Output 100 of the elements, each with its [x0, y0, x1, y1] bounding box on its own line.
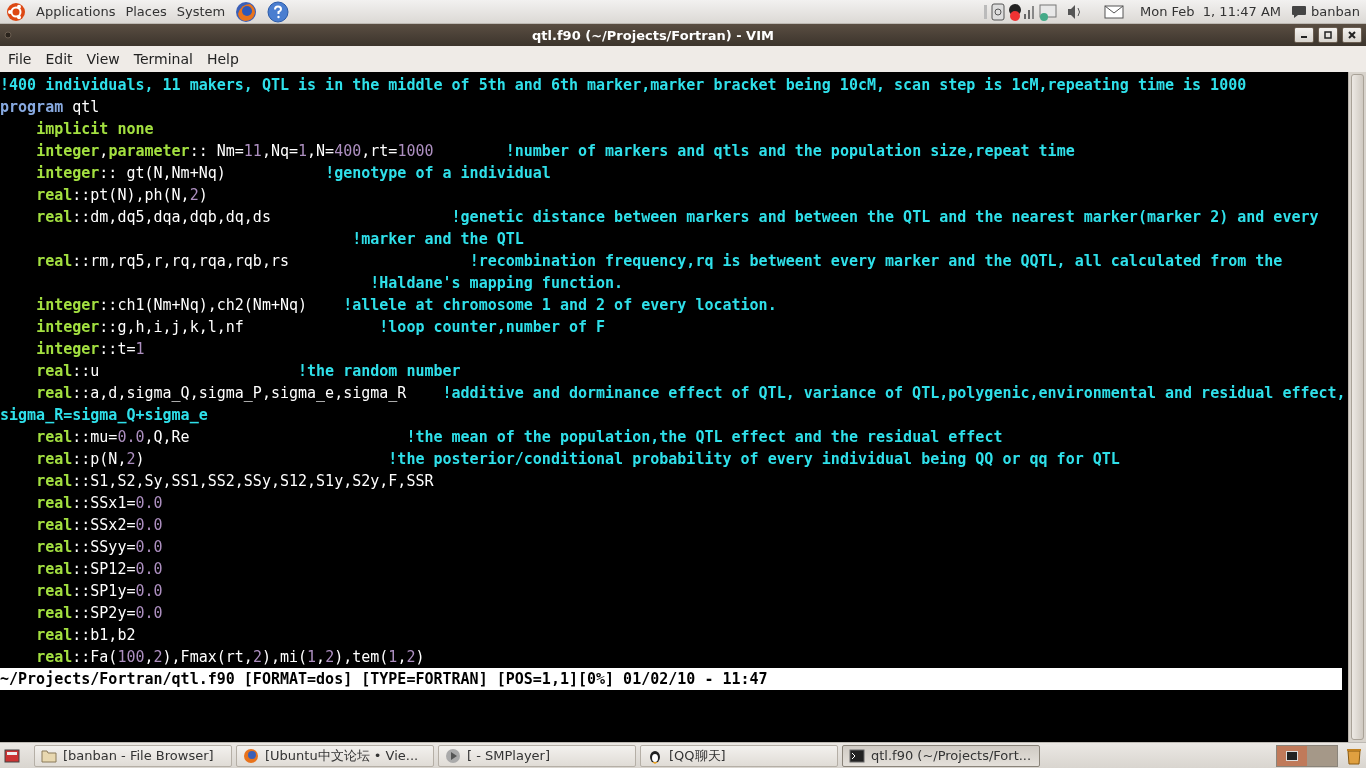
- code-number: 2: [325, 648, 335, 666]
- code-text: :: gt(N,Nm+Nq): [99, 164, 226, 182]
- code-comment: !additive and dorminance effect of QTL, variance of QTL,polygenic,environmental and residual effect,: [442, 384, 1346, 402]
- taskbar-button[interactable]: [ - SMPlayer]: [438, 744, 636, 767]
- panel-menu[interactable]: Applications: [36, 4, 116, 19]
- code-type: real: [36, 384, 73, 402]
- code-text: ),tem(: [334, 648, 389, 666]
- code-text: ,: [316, 648, 326, 666]
- taskbar-button[interactable]: qtl.f90 (~/Projects/Fort...: [842, 744, 1040, 767]
- clock[interactable]: Mon Feb 1, 11:47 AM: [1140, 4, 1282, 19]
- code-number: 0.0: [135, 582, 163, 600]
- taskbar-button[interactable]: [Ubuntu中文论坛 • Vie...: [236, 744, 434, 767]
- ubuntu-logo-icon[interactable]: [6, 1, 26, 22]
- code-text: ::g,h,i,j,k,l,nf: [99, 318, 244, 336]
- code-type: real: [36, 626, 73, 644]
- menu-item[interactable]: Edit: [39, 49, 79, 69]
- code-text: ::dm,dq5,dqa,dqb,dq,ds: [72, 208, 271, 226]
- code-text: ::pt(N),ph(N,: [72, 186, 190, 204]
- code-number: 11: [243, 142, 262, 160]
- folder-icon: [41, 747, 57, 764]
- code-text: ::mu=: [72, 428, 118, 446]
- code-number: 0.0: [135, 516, 163, 534]
- code-text: ::SSyy=: [72, 538, 136, 556]
- code-type: real: [36, 560, 73, 578]
- code-comment: !Haldane's mapping function.: [370, 274, 624, 292]
- code-comment: !the random number: [298, 362, 461, 380]
- code-text: ::ch1(Nm+Nq),ch2(Nm+Nq): [99, 296, 308, 314]
- code-text: ::b1,b2: [72, 626, 136, 644]
- code-text: ::a,d,sigma_Q,sigma_P,sigma_e,sigma_R: [72, 384, 407, 402]
- code-number: 0.0: [135, 560, 163, 578]
- workspace-switcher[interactable]: [1276, 744, 1338, 767]
- code-text: ),Fmax(rt,: [162, 648, 253, 666]
- code-text: :: Nm=: [189, 142, 244, 160]
- code-text: ::Fa(: [72, 648, 118, 666]
- code-comment: !400 individuals, 11 makers, QTL is in the middle of 5th and 6th marker,marker bracket being 10cM, scan step is 1cM,repeating time is 1000: [0, 76, 1247, 94]
- code-number: 0.0: [135, 604, 163, 622]
- close-icon: [1347, 30, 1357, 40]
- code-text: ::S1,S2,Sy,SS1,SS2,SSy,S12,S1y,S2y,F,SSR: [72, 472, 434, 490]
- code-type: real: [36, 186, 73, 204]
- maximize-icon: [1323, 30, 1333, 40]
- browser-icon: [243, 747, 259, 764]
- chat-bubble-icon[interactable]: [1291, 3, 1308, 20]
- taskbar-button[interactable]: [banban - File Browser]: [34, 744, 232, 767]
- code-number: 1: [298, 142, 308, 160]
- code-comment: !allele at chromosome 1 and 2 of every location.: [343, 296, 777, 314]
- menu-item[interactable]: Terminal: [127, 49, 199, 69]
- code-text: ,Q,Re: [144, 428, 190, 446]
- menu-item[interactable]: Help: [200, 49, 245, 69]
- code-text: ,: [397, 648, 407, 666]
- code-comment: sigma_R=sigma_Q+sigma_e: [0, 406, 208, 424]
- code-text: ,N=: [307, 142, 335, 160]
- envelope-icon[interactable]: [1104, 4, 1124, 19]
- code-text: ,: [99, 142, 109, 160]
- code-comment: !genetic distance between markers and between the QTL and the nearest marker(marker 2) and every: [451, 208, 1319, 226]
- code-type: integer: [36, 340, 100, 358]
- terminal-icon: [849, 747, 865, 764]
- code-comment: !the posterior/conditional probability of every individual being QQ or qq for QTL: [388, 450, 1120, 468]
- code-type: real: [36, 428, 73, 446]
- panel-menu[interactable]: System: [176, 4, 226, 19]
- browser-icon[interactable]: [235, 0, 258, 23]
- code-text: ,: [144, 648, 154, 666]
- code-number: 2: [189, 186, 199, 204]
- code-type: implicit none: [36, 120, 154, 138]
- code-text: ),mi(: [261, 648, 308, 666]
- code-number: 2: [126, 450, 136, 468]
- show-desktop-icon[interactable]: [4, 748, 20, 763]
- close-button[interactable]: [1342, 27, 1362, 43]
- code-comment: !the mean of the population,the QTL effect and the residual effect: [406, 428, 1003, 446]
- help-icon[interactable]: [267, 0, 290, 23]
- minimize-button[interactable]: [1294, 27, 1314, 43]
- code-number: 100: [117, 648, 145, 666]
- user-name[interactable]: banban: [1311, 4, 1360, 19]
- code-text: ::SP2y=: [72, 604, 136, 622]
- code-type: real: [36, 494, 73, 512]
- code-type: integer: [36, 164, 100, 182]
- code-number: 2: [252, 648, 262, 666]
- code-type: integer: [36, 318, 100, 336]
- code-number: 1: [388, 648, 398, 666]
- code-text: ::SP12=: [72, 560, 136, 578]
- taskbar-button[interactable]: [QQ聊天]: [640, 744, 838, 767]
- panel-menu[interactable]: Places: [125, 4, 167, 19]
- menu-item[interactable]: View: [80, 49, 126, 69]
- code-keyword: program: [0, 98, 64, 116]
- code-type: real: [36, 648, 73, 666]
- code-comment: !loop counter,number of F: [379, 318, 606, 336]
- code-text: qtl: [72, 98, 100, 116]
- trash-icon[interactable]: [1346, 746, 1362, 765]
- maximize-button[interactable]: [1318, 27, 1338, 43]
- code-text: ::SP1y=: [72, 582, 136, 600]
- terminal-icon: [1286, 750, 1298, 761]
- menu-item[interactable]: File: [2, 49, 38, 69]
- window-menu-icon[interactable]: [4, 31, 12, 39]
- window-title: qtl.f90 (~/Projects/Fortran) - VIM: [531, 27, 775, 43]
- player-icon: [445, 747, 461, 764]
- code-type: real: [36, 208, 73, 226]
- code-number: 0.0: [135, 538, 163, 556]
- code-type: real: [36, 582, 73, 600]
- code-type: real: [36, 450, 73, 468]
- code-number: 0.0: [117, 428, 145, 446]
- code-text: ): [135, 450, 145, 468]
